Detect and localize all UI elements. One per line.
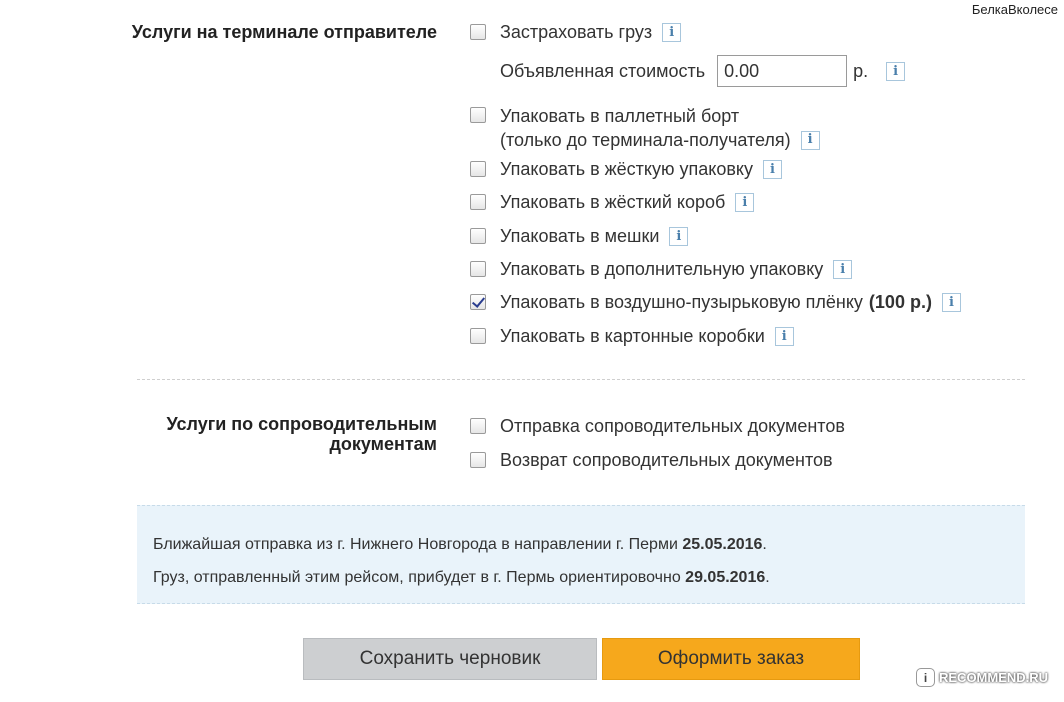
pack-pallet-checkbox[interactable] [470, 107, 486, 123]
pack-bags-checkbox[interactable] [470, 228, 486, 244]
section-divider [137, 379, 1025, 380]
pack-rigid-option[interactable]: Упаковать в жёсткую упаковку i [470, 158, 782, 180]
departure-date: 25.05.2016 [682, 536, 763, 553]
info-icon[interactable]: i [800, 130, 820, 150]
insure-label: Застраховать груз [500, 22, 653, 42]
pack-extra-checkbox[interactable] [470, 261, 486, 277]
declared-value-label: Объявленная стоимость [500, 60, 706, 81]
pack-bags-label: Упаковать в мешки [500, 226, 660, 246]
save-draft-button[interactable]: Сохранить черновик [303, 638, 597, 680]
arrival-text: Груз, отправленный этим рейсом, прибудет… [153, 569, 770, 586]
info-icon[interactable]: i [662, 22, 682, 42]
pack-pallet-label-line1: Упаковать в паллетный борт [500, 106, 740, 126]
shipment-notice: Ближайшая отправка из г. Нижнего Новгоро… [137, 505, 1025, 604]
pack-pallet-option[interactable]: Упаковать в паллетный борт (только до те… [470, 104, 820, 152]
arrival-date: 29.05.2016 [685, 569, 766, 586]
info-icon[interactable]: i [941, 292, 961, 312]
pack-bubble-option[interactable]: Упаковать в воздушно-пузырьковую плёнку … [470, 291, 961, 313]
docs-services-title: Услуги по сопроводительным документам [166, 414, 437, 454]
info-icon[interactable]: i [735, 192, 755, 212]
pack-cardboard-checkbox[interactable] [470, 328, 486, 344]
pack-bubble-label: Упаковать в воздушно-пузырьковую плёнку [500, 292, 863, 312]
info-icon[interactable]: i [669, 226, 689, 246]
info-icon[interactable]: i [763, 159, 782, 179]
watermark-username: БелкаВколесе [971, 2, 1058, 17]
send-docs-label: Отправка сопроводительных документов [500, 416, 845, 436]
recommend-logo-icon: i [916, 668, 935, 687]
info-icon[interactable]: i [833, 259, 853, 279]
insure-option[interactable]: Застраховать груз i [470, 21, 682, 43]
pack-bubble-checkbox[interactable] [470, 294, 486, 310]
pack-cardboard-option[interactable]: Упаковать в картонные коробки i [470, 325, 794, 347]
pack-rigid-checkbox[interactable] [470, 161, 486, 177]
send-docs-option[interactable]: Отправка сопроводительных документов [470, 415, 845, 437]
pack-box-checkbox[interactable] [470, 194, 486, 210]
pack-box-label: Упаковать в жёсткий короб [500, 192, 726, 212]
pack-extra-label: Упаковать в дополнительную упаковку [500, 259, 824, 279]
pack-rigid-label: Упаковать в жёсткую упаковку [500, 159, 753, 179]
pack-bubble-price: (100 р.) [868, 292, 932, 312]
declared-value-row: Объявленная стоимость р. i [500, 55, 906, 87]
recommend-text: RECOMMEND.RU [939, 670, 1049, 685]
currency-unit: р. [853, 60, 869, 81]
send-docs-checkbox[interactable] [470, 418, 486, 434]
pack-extra-option[interactable]: Упаковать в дополнительную упаковку i [470, 258, 853, 280]
return-docs-option[interactable]: Возврат сопроводительных документов [470, 449, 833, 471]
pack-cardboard-label: Упаковать в картонные коробки [500, 326, 765, 346]
return-docs-label: Возврат сопроводительных документов [500, 450, 833, 470]
place-order-button[interactable]: Оформить заказ [602, 638, 860, 680]
insure-checkbox[interactable] [470, 24, 486, 40]
pack-pallet-label-line2: (только до терминала-получателя) [500, 130, 791, 150]
pack-box-option[interactable]: Упаковать в жёсткий короб i [470, 191, 755, 213]
info-icon[interactable]: i [886, 61, 906, 81]
recommend-watermark: i RECOMMEND.RU [916, 668, 1048, 687]
declared-value-input[interactable] [717, 55, 848, 87]
return-docs-checkbox[interactable] [470, 452, 486, 468]
info-icon[interactable]: i [774, 326, 794, 346]
pack-bags-option[interactable]: Упаковать в мешки i [470, 225, 689, 247]
sender-services-title: Услуги на терминале отправителе [131, 22, 437, 42]
next-departure-text: Ближайшая отправка из г. Нижнего Новгоро… [153, 536, 767, 553]
